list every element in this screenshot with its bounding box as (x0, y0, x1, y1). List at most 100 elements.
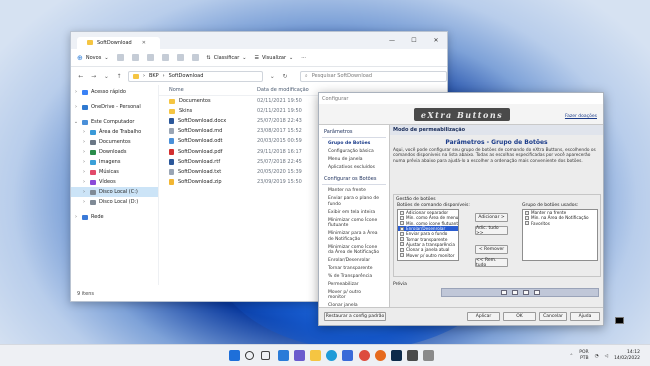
sidebar-item[interactable]: › Vídeos (71, 177, 158, 187)
expand-arrow-icon[interactable]: › (81, 169, 87, 175)
chrome-icon[interactable] (358, 350, 370, 361)
sidebar-item[interactable]: › Músicas (71, 167, 158, 177)
nav-item[interactable]: Configuração básica (322, 148, 386, 156)
sidebar-item[interactable]: › Rede (71, 212, 158, 222)
network-icon[interactable]: ◔ (595, 354, 599, 359)
nav-item[interactable]: % de Transparência (322, 273, 386, 281)
photoshop-icon[interactable] (391, 350, 402, 361)
copy-icon[interactable] (131, 54, 139, 61)
nav-item[interactable]: Minimizar para a Área de Notificação (322, 230, 386, 243)
sidebar-item[interactable]: › OneDrive - Personal (71, 102, 158, 112)
sidebar-item[interactable]: › Acesso rápido (71, 87, 158, 97)
expand-arrow-icon[interactable]: › (73, 214, 79, 220)
widgets-icon[interactable] (277, 350, 289, 361)
used-item[interactable]: Favoritos (523, 221, 597, 226)
address-bar[interactable]: › BKP › SoftDownload (127, 70, 264, 82)
nav-item[interactable]: Enrolar/Desenrolar (322, 257, 386, 265)
expand-arrow-icon[interactable]: › (81, 199, 87, 205)
expand-arrow-icon[interactable]: › (81, 179, 87, 185)
sidebar-item[interactable]: ⌄ Este Computador (71, 117, 158, 127)
share-icon[interactable] (176, 54, 184, 61)
remove-button[interactable]: < Remover (475, 245, 508, 254)
expand-arrow-icon[interactable]: › (81, 159, 87, 165)
sort-button[interactable]: ⇅ Classificar ⌄ (207, 55, 247, 61)
donate-link[interactable]: Fazer doações (565, 114, 597, 119)
extrabuttons-icon[interactable] (407, 350, 419, 361)
nav-item[interactable]: Mover p/ outro monitor (322, 289, 386, 302)
help-button[interactable]: Ajuda (570, 312, 600, 321)
expand-arrow-icon[interactable]: ⌄ (73, 119, 79, 125)
close-tab-icon[interactable]: ✕ (142, 40, 146, 46)
up-icon[interactable]: ↑ (115, 73, 123, 80)
firefox-icon[interactable] (374, 350, 386, 361)
explorer-icon[interactable] (310, 350, 321, 361)
nav-item[interactable]: Manter na frente (322, 187, 386, 195)
apply-button[interactable]: Aplicar (467, 312, 500, 321)
restore-defaults-button[interactable]: Restaurar a config padrão (324, 312, 386, 321)
new-button[interactable]: ⊕ Novos ⌄ (77, 54, 109, 62)
command-icon (400, 242, 404, 247)
breadcrumb-root[interactable]: BKP (149, 73, 159, 79)
clock[interactable]: 14:12 14/02/2022 (614, 350, 640, 362)
chat-icon[interactable] (293, 350, 305, 361)
expand-arrow-icon[interactable]: › (81, 189, 87, 195)
address-dropdown-icon[interactable]: ⌄ (268, 73, 276, 80)
nav-item[interactable]: Permeabilizar (322, 281, 386, 289)
close-button[interactable]: ✕ (425, 32, 447, 49)
nav-item[interactable]: Grupo de Botões (322, 140, 386, 148)
paste-icon[interactable] (146, 54, 154, 61)
taskview-icon[interactable] (261, 351, 271, 360)
expand-arrow-icon[interactable]: › (81, 149, 87, 155)
breadcrumb-folder[interactable]: SoftDownload (169, 73, 204, 79)
tray-chevron-icon[interactable]: ⌃ (569, 354, 573, 359)
recent-chevron-icon[interactable]: ⌄ (102, 73, 110, 80)
add-all-button[interactable]: Adic. tudo >> (475, 226, 508, 236)
ok-button[interactable]: OK (503, 312, 536, 321)
edge-icon[interactable] (326, 350, 338, 361)
column-name[interactable]: Nome (159, 87, 257, 93)
sidebar-item[interactable]: › Documentos (71, 137, 158, 147)
delete-icon[interactable] (191, 54, 199, 61)
nav-item[interactable]: Aplicativos excluídos (322, 164, 386, 172)
available-list[interactable]: Adicionar separador Min. como Área de men… (397, 209, 459, 261)
language-indicator[interactable]: POR PTB (579, 350, 588, 362)
search-box[interactable]: ⌕ Pesquisar SoftDownload (299, 70, 448, 82)
cancel-button[interactable]: Cancelar (539, 312, 567, 321)
sidebar-item[interactable]: › Disco Local (D:) (71, 197, 158, 207)
forward-icon[interactable]: → (90, 73, 98, 80)
expand-arrow-icon[interactable]: › (73, 104, 79, 110)
nav-item[interactable]: Tornar transparente (322, 265, 386, 273)
available-item[interactable]: Mover p/ outro monitor (398, 252, 458, 258)
column-date[interactable]: Data de modificação (257, 87, 327, 93)
store-icon[interactable] (342, 350, 354, 361)
volume-icon[interactable]: ◁ (605, 354, 608, 359)
expand-arrow-icon[interactable]: › (81, 139, 87, 145)
maximize-button[interactable]: ☐ (403, 32, 425, 49)
expand-arrow-icon[interactable]: › (73, 89, 79, 95)
start-icon[interactable] (229, 350, 240, 361)
nav-item[interactable]: Exibir em tela inteira (322, 208, 386, 216)
sidebar-item[interactable]: › Imagens (71, 157, 158, 167)
nav-item[interactable]: Menu de janela (322, 156, 386, 164)
view-button[interactable]: ☰ Visualizar ⌄ (254, 55, 293, 61)
more-button[interactable]: ··· (301, 55, 306, 61)
rename-icon[interactable] (161, 54, 169, 61)
add-button[interactable]: Adicionar > (475, 213, 508, 222)
cut-icon[interactable] (116, 54, 124, 61)
remove-all-button[interactable]: << Rem. tudo (475, 258, 508, 268)
sidebar-item[interactable]: › Área de Trabalho (71, 127, 158, 137)
nav-item[interactable]: Enviar para o plano de fundo (322, 195, 386, 208)
minimize-button[interactable]: — (381, 32, 403, 49)
nav-item[interactable]: Minimizar como Ícone da Área de Notifica… (322, 243, 386, 256)
sidebar-item[interactable]: › Disco Local (C:) (71, 187, 158, 197)
nav-item[interactable]: Minimizar como Ícone flutuante (322, 216, 386, 229)
refresh-icon[interactable]: ↻ (281, 73, 289, 80)
sidebar-item[interactable]: › Downloads (71, 147, 158, 157)
back-icon[interactable]: ← (77, 73, 85, 80)
used-list[interactable]: Manter na frente Min. na Área de Notifica… (522, 209, 598, 261)
search-icon[interactable] (245, 351, 255, 360)
explorer-tab[interactable]: SoftDownload ✕ (77, 36, 160, 49)
app-icon[interactable] (423, 350, 435, 361)
expand-arrow-icon[interactable]: › (81, 129, 87, 135)
color-swatch[interactable] (615, 317, 624, 324)
